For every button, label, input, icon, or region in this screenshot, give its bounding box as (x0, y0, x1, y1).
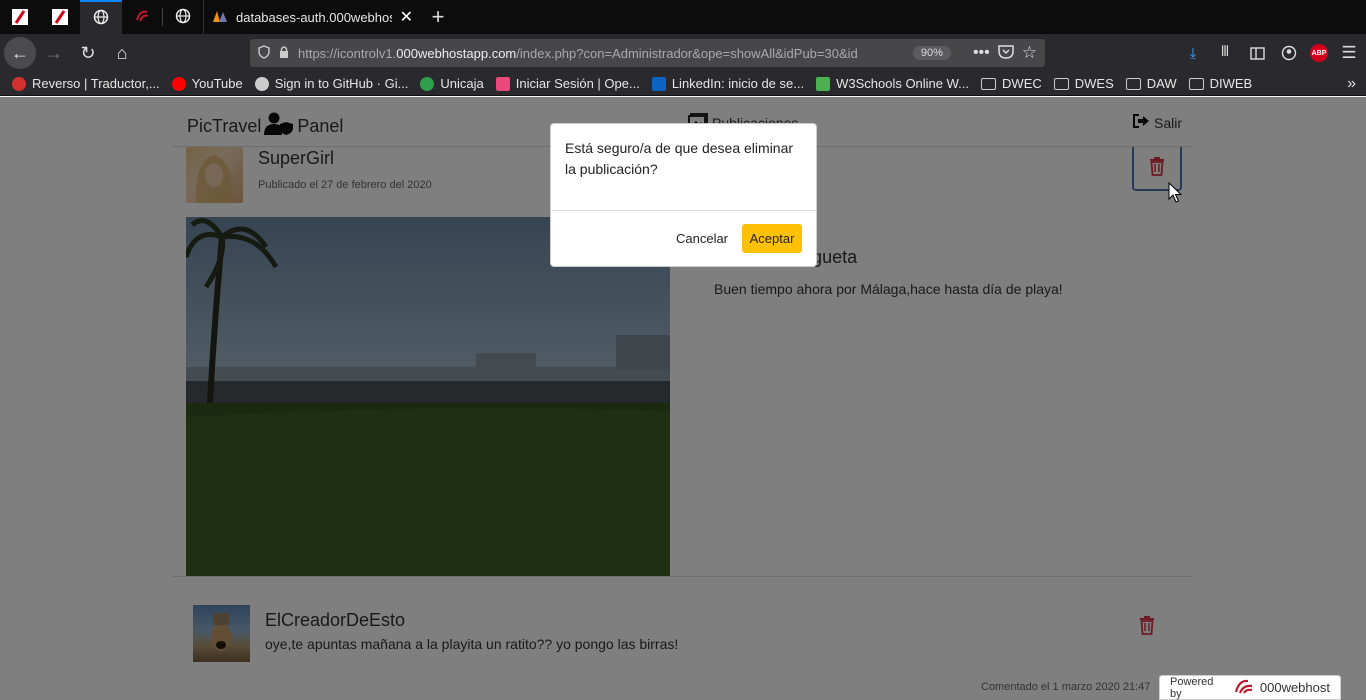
bookmark-label: DWEC (1002, 76, 1042, 91)
tab-favicon-icon (12, 9, 28, 25)
bookmark-item[interactable]: Reverso | Traductor,... (12, 76, 160, 91)
account-icon[interactable] (1278, 42, 1300, 64)
tab-pinned-1[interactable] (0, 0, 40, 34)
adblock-plus-icon[interactable]: ABP (1310, 44, 1328, 62)
webhost-logo-icon (1234, 678, 1254, 697)
powered-by-badge[interactable]: Powered by 000webhost (1159, 675, 1341, 700)
bookmark-label: YouTube (191, 76, 243, 91)
youtube-icon (171, 76, 186, 91)
tab-pinned-5[interactable] (163, 0, 203, 34)
reload-icon: ↻ (80, 42, 96, 63)
w3schools-icon (816, 76, 831, 91)
browser-tab-bar: databases-auth.000webhost.c ✕ + (0, 0, 1366, 34)
home-button[interactable]: ⌂ (106, 37, 138, 69)
folder-icon (1188, 77, 1204, 90)
powered-brand: 000webhost (1259, 680, 1330, 695)
tab-favicon-icon (52, 9, 68, 25)
globe-icon (93, 9, 109, 28)
lock-icon (278, 45, 290, 62)
folder-icon (981, 77, 997, 90)
tab-pinned-4[interactable] (122, 0, 162, 34)
bookmark-item[interactable]: Iniciar Sesión | Ope... (495, 76, 640, 91)
bookmark-label: Iniciar Sesión | Ope... (515, 76, 640, 91)
github-icon (254, 76, 269, 91)
bookmark-item[interactable]: DAW (1125, 76, 1177, 91)
folder-icon (1053, 77, 1069, 90)
phpmyadmin-favicon-icon (212, 9, 228, 26)
home-icon: ⌂ (116, 42, 128, 63)
linkedin-icon (651, 76, 666, 91)
bookmark-star-icon[interactable]: ☆ (1022, 43, 1037, 63)
tab-title: databases-auth.000webhost.c (236, 9, 392, 25)
webhost-favicon-icon (134, 8, 150, 27)
download-icon[interactable]: ⤓ (1182, 42, 1204, 64)
mouse-cursor-icon (1168, 181, 1183, 209)
library-icon[interactable]: 𝍫 (1214, 42, 1236, 64)
folder-icon (1125, 77, 1141, 90)
bookmark-item[interactable]: DWEC (981, 76, 1042, 91)
bookmark-item[interactable]: LinkedIn: inicio de se... (651, 76, 805, 91)
modal-message: Está seguro/a de que desea eliminar la p… (565, 140, 794, 177)
close-tab-icon[interactable]: ✕ (400, 7, 413, 27)
more-actions-icon[interactable]: ••• (973, 44, 990, 62)
modal-divider (551, 210, 816, 211)
bookmark-item[interactable]: YouTube (171, 76, 243, 91)
forward-button[interactable]: → (38, 37, 70, 69)
browser-nav-bar: ← → ↻ ⌂ https://icontrolv1.000webhostapp… (0, 34, 1366, 72)
pocket-icon[interactable] (998, 44, 1014, 62)
arrow-left-icon: ← (11, 42, 29, 63)
bookmark-label: Sign in to GitHub · Gi... (274, 76, 409, 91)
bookmark-item[interactable]: Sign in to GitHub · Gi... (254, 76, 409, 91)
tab-pinned-2[interactable] (40, 0, 80, 34)
sidebar-icon[interactable] (1246, 42, 1268, 64)
powered-label: Powered by (1170, 675, 1214, 700)
url-bar[interactable]: https://icontrolv1.000webhostapp.com/ind… (250, 39, 1045, 67)
ope-icon (495, 76, 510, 91)
back-button[interactable]: ← (4, 37, 36, 69)
bookmark-label: LinkedIn: inicio de se... (671, 76, 805, 91)
bookmark-label: W3Schools Online W... (836, 76, 970, 91)
bookmark-item[interactable]: DIWEB (1188, 76, 1253, 91)
globe-icon (175, 8, 191, 27)
toolbar-right: ⤓ 𝍫 ABP ☰ (1182, 34, 1360, 72)
new-tab-button[interactable]: + (421, 4, 455, 30)
reverso-icon (12, 76, 26, 91)
bookmark-item[interactable]: Unicaja (420, 76, 484, 91)
tab-current[interactable]: databases-auth.000webhost.c ✕ (203, 0, 421, 34)
reload-button[interactable]: ↻ (72, 37, 104, 69)
bookmark-label: Unicaja (440, 76, 484, 91)
bookmark-item[interactable]: DWES (1053, 76, 1114, 91)
zoom-level-badge[interactable]: 90% (912, 46, 951, 60)
bookmark-label: DWES (1074, 76, 1114, 91)
cancel-button[interactable]: Cancelar (671, 224, 733, 253)
bookmark-label: Reverso | Traductor,... (32, 76, 160, 91)
bookmarks-bar: Reverso | Traductor,... YouTube Sign in to… (0, 72, 1366, 96)
unicaja-icon (420, 76, 435, 91)
bookmark-label: DAW (1146, 76, 1177, 91)
bookmarks-overflow-icon[interactable]: » (1347, 75, 1356, 93)
arrow-right-icon: → (45, 42, 63, 63)
shield-icon (258, 44, 270, 62)
bookmark-label: DIWEB (1209, 76, 1253, 91)
bookmark-item[interactable]: W3Schools Online W... (816, 76, 969, 91)
tab-pinned-3[interactable] (80, 0, 122, 34)
url-text: https://icontrolv1.000webhostapp.com/ind… (298, 45, 858, 61)
accept-button[interactable]: Aceptar (742, 224, 802, 253)
menu-icon[interactable]: ☰ (1338, 42, 1360, 64)
